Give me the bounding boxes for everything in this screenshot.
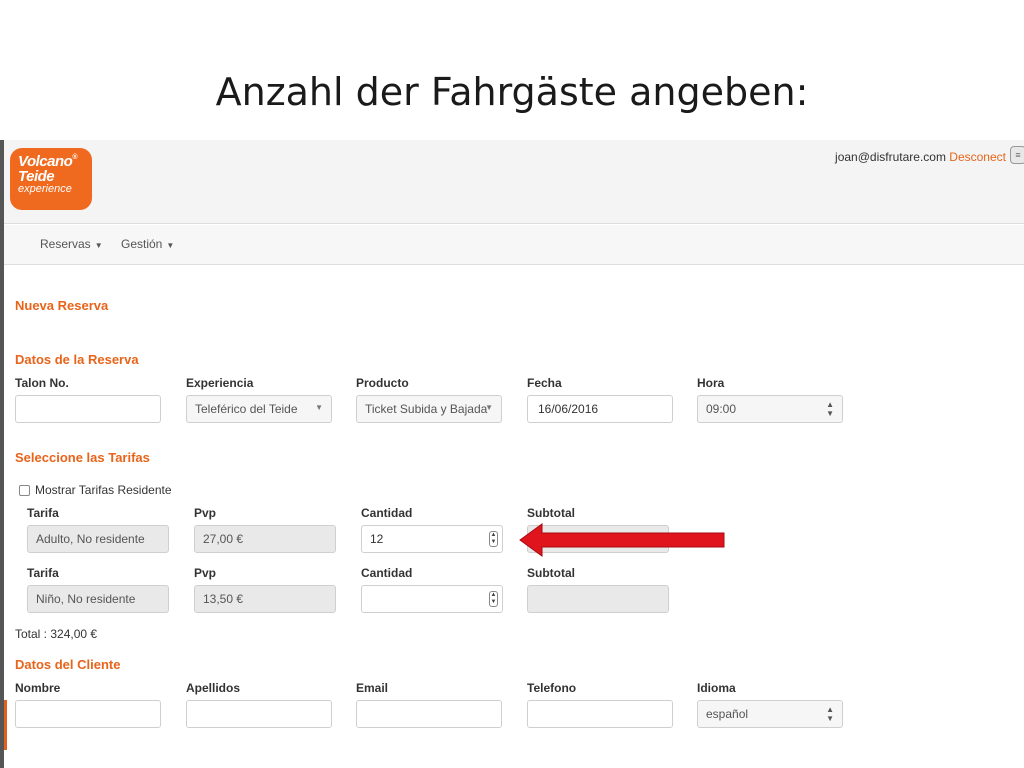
fecha-label: Fecha bbox=[527, 376, 562, 390]
nombre-input[interactable] bbox=[15, 700, 161, 728]
hora-label: Hora bbox=[697, 376, 725, 390]
hora-value: 09:00 bbox=[706, 402, 737, 416]
updown-arrows-icon: ▲ ▼ bbox=[826, 705, 834, 723]
idioma-select[interactable]: español ▲ ▼ bbox=[697, 700, 843, 728]
nombre-label: Nombre bbox=[15, 681, 61, 695]
subtotal-label: Subtotal bbox=[527, 506, 575, 520]
talon-label: Talon No. bbox=[15, 376, 69, 390]
tarifa-label: Tarifa bbox=[27, 566, 59, 580]
logo-reg: ® bbox=[72, 154, 77, 161]
nav-gestion-label: Gestión bbox=[121, 237, 163, 251]
nav-reservas[interactable]: Reservas ▼ bbox=[40, 237, 103, 251]
logo-line3: experience bbox=[18, 183, 72, 195]
dropdown-arrow-icon: ▼ bbox=[315, 403, 323, 412]
idioma-value: español bbox=[706, 707, 749, 721]
dropdown-arrow-icon: ▼ bbox=[485, 403, 493, 412]
experiencia-value: Teleférico del Teide bbox=[195, 402, 298, 416]
cantidad-label: Cantidad bbox=[361, 566, 413, 580]
left-accent-strip bbox=[4, 700, 7, 750]
cantidad-input[interactable]: ▲ ▼ bbox=[361, 585, 503, 613]
section-title-reserva: Datos de la Reserva bbox=[15, 352, 139, 367]
experiencia-select[interactable]: Teleférico del Teide ▼ bbox=[186, 395, 332, 423]
nav-gestion[interactable]: Gestión ▼ bbox=[121, 237, 174, 251]
fecha-input[interactable]: 16/06/2016 bbox=[527, 395, 673, 423]
user-email: joan@disfrutare.com bbox=[835, 150, 946, 164]
caret-down-icon: ▼ bbox=[94, 241, 103, 250]
hora-select[interactable]: 09:00 ▲ ▼ bbox=[697, 395, 843, 423]
email-label: Email bbox=[356, 681, 389, 695]
spinner-icon[interactable]: ▲ ▼ bbox=[489, 591, 498, 607]
section-title-cliente: Datos del Cliente bbox=[15, 657, 121, 672]
red-pointer-arrow-icon bbox=[519, 523, 725, 557]
producto-label: Producto bbox=[356, 376, 409, 390]
apellidos-input[interactable] bbox=[186, 700, 332, 728]
producto-select[interactable]: Ticket Subida y Bajada ▼ bbox=[356, 395, 502, 423]
talon-input[interactable] bbox=[15, 395, 161, 423]
app-header: Volcano® Teide experience joan@disfrutar… bbox=[4, 140, 1024, 224]
volcano-teide-logo[interactable]: Volcano® Teide experience bbox=[10, 148, 92, 210]
logo-line2: Teide bbox=[18, 168, 55, 185]
nav-bar: Reservas ▼ Gestión ▼ bbox=[4, 225, 1024, 265]
pvp-field: 13,50 € bbox=[194, 585, 336, 613]
residente-checkbox[interactable] bbox=[19, 485, 30, 496]
tarifa-field: Niño, No residente bbox=[27, 585, 169, 613]
cantidad-label: Cantidad bbox=[361, 506, 413, 520]
residente-label: Mostrar Tarifas Residente bbox=[35, 483, 172, 497]
slide-title: Anzahl der Fahrgäste angeben: bbox=[215, 70, 809, 114]
pvp-field: 27,00 € bbox=[194, 525, 336, 553]
total-text: Total : 324,00 € bbox=[15, 627, 98, 641]
producto-value: Ticket Subida y Bajada bbox=[365, 402, 488, 416]
tarifa-label: Tarifa bbox=[27, 506, 59, 520]
experiencia-label: Experiencia bbox=[186, 376, 254, 390]
caret-down-icon: ▼ bbox=[166, 241, 175, 250]
logout-link[interactable]: Desconect bbox=[949, 150, 1006, 164]
cantidad-input[interactable]: 12 ▲ ▼ bbox=[361, 525, 503, 553]
nav-reservas-label: Reservas bbox=[40, 237, 91, 251]
telefono-input[interactable] bbox=[527, 700, 673, 728]
apellidos-label: Apellidos bbox=[186, 681, 241, 695]
updown-arrows-icon: ▲ ▼ bbox=[826, 400, 834, 418]
app-window: Volcano® Teide experience joan@disfrutar… bbox=[0, 140, 1024, 768]
spinner-icon[interactable]: ▲ ▼ bbox=[489, 531, 498, 547]
subtotal-label: Subtotal bbox=[527, 566, 575, 580]
user-area: joan@disfrutare.com Desconect bbox=[835, 150, 1006, 164]
pvp-label: Pvp bbox=[194, 506, 217, 520]
email-input[interactable] bbox=[356, 700, 502, 728]
tarifa-field: Adulto, No residente bbox=[27, 525, 169, 553]
idioma-label: Idioma bbox=[697, 681, 736, 695]
page-title: Nueva Reserva bbox=[15, 298, 109, 313]
section-title-tarifas: Seleccione las Tarifas bbox=[15, 450, 150, 465]
telefono-label: Telefono bbox=[527, 681, 577, 695]
pvp-label: Pvp bbox=[194, 566, 217, 580]
database-icon[interactable]: ≡ bbox=[1010, 146, 1024, 164]
cantidad-value: 12 bbox=[370, 532, 384, 546]
subtotal-field bbox=[527, 585, 669, 613]
